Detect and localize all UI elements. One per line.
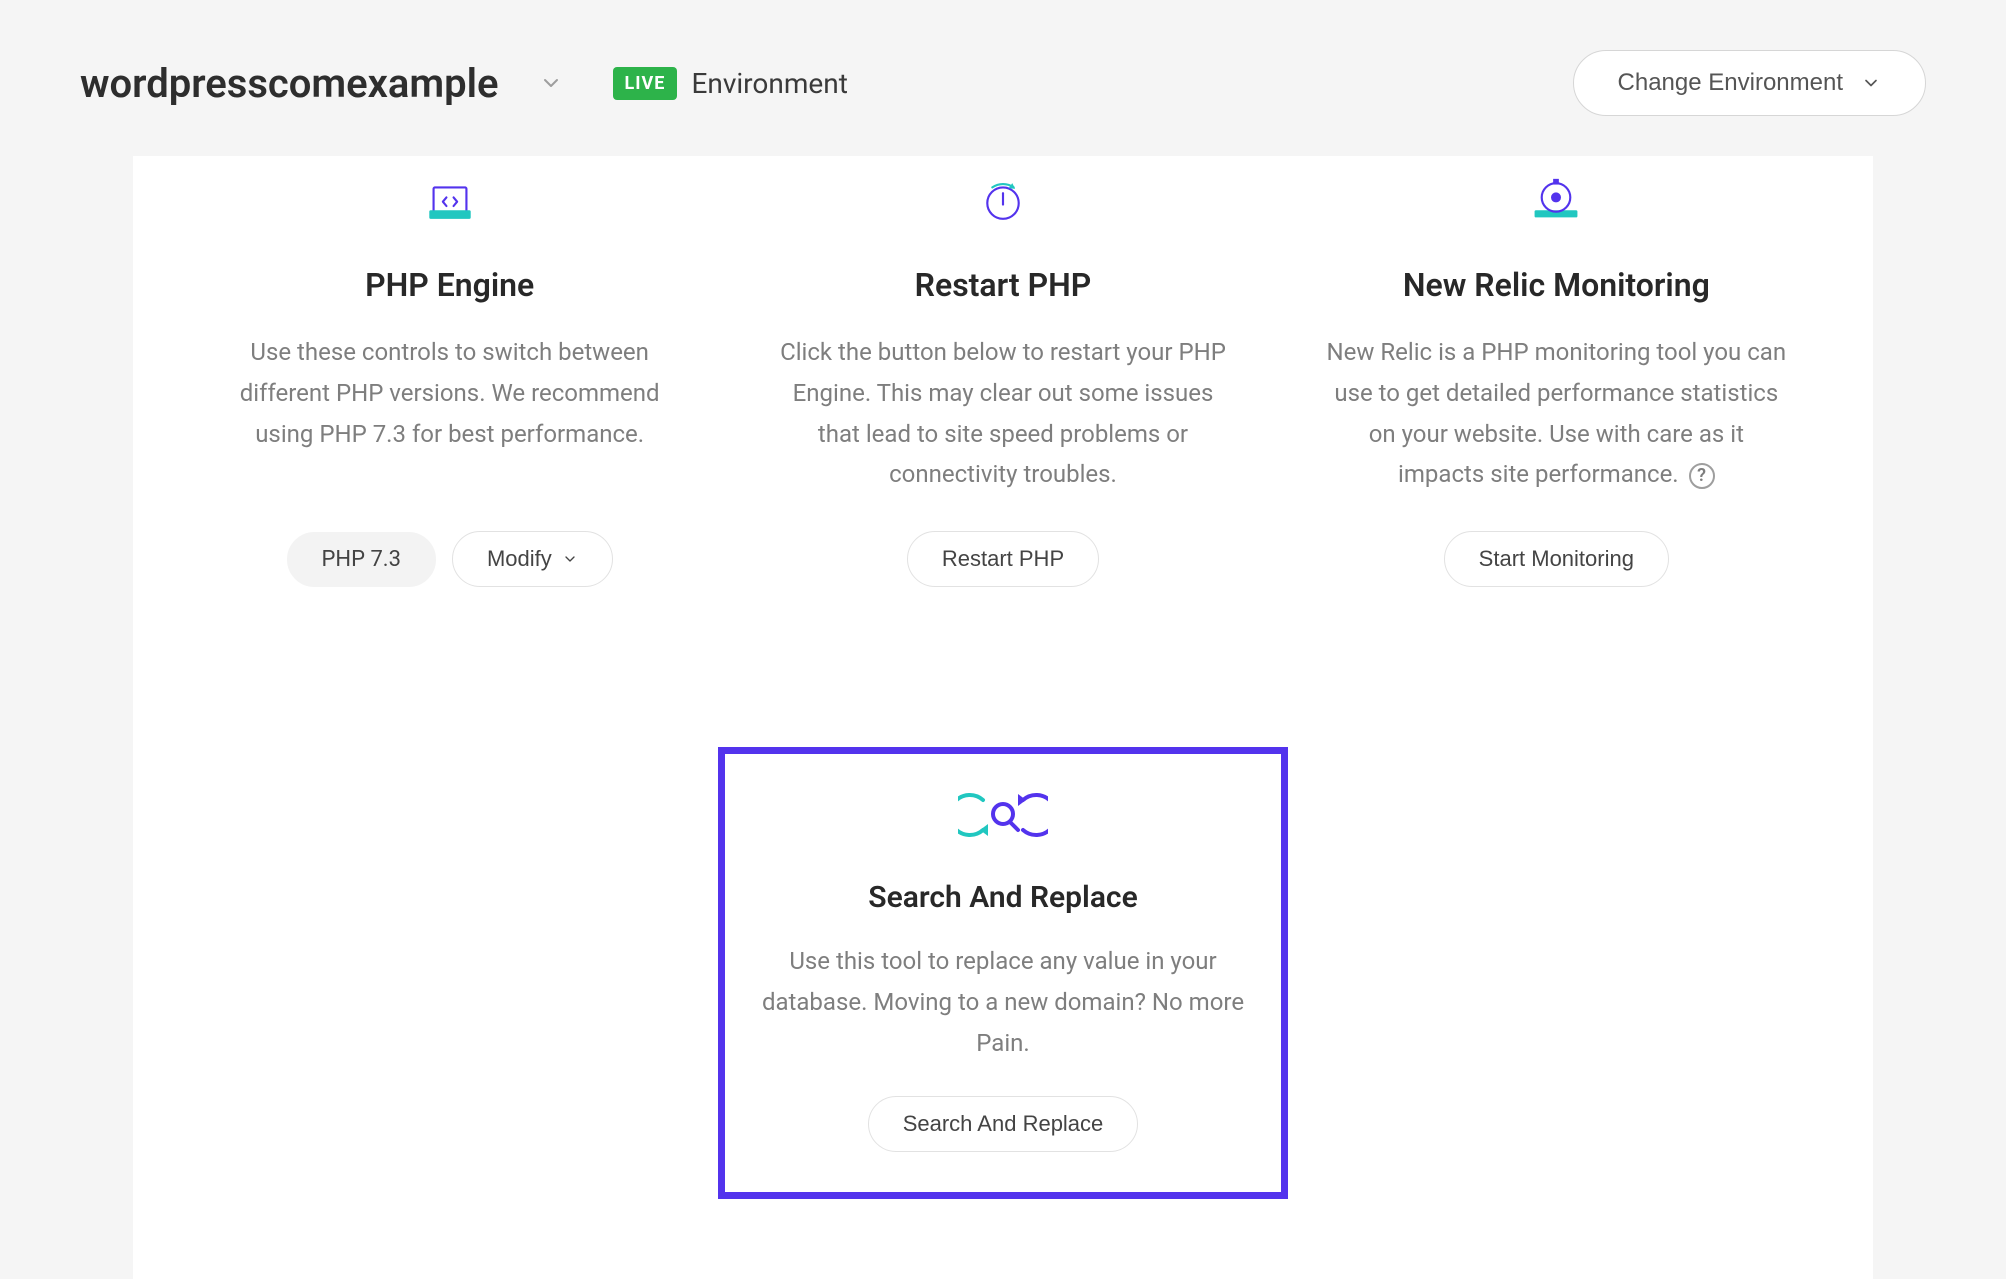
live-badge: LIVE (613, 67, 678, 100)
header-bar: wordpresscomexample LIVE Environment Cha… (0, 0, 2006, 156)
chevron-down-icon (562, 551, 578, 567)
new-relic-icon (1516, 166, 1596, 226)
restart-php-card: Restart PHP Click the button below to re… (746, 156, 1259, 617)
start-monitoring-button[interactable]: Start Monitoring (1444, 531, 1669, 587)
php-engine-title: PHP Engine (365, 266, 534, 304)
modify-php-button[interactable]: Modify (452, 531, 613, 587)
new-relic-actions: Start Monitoring (1444, 531, 1669, 587)
php-engine-actions: PHP 7.3 Modify (287, 531, 613, 587)
search-replace-title: Search And Replace (868, 880, 1137, 915)
search-replace-card: Search And Replace Use this tool to repl… (718, 747, 1288, 1198)
chevron-down-icon (1861, 73, 1881, 93)
new-relic-card: New Relic Monitoring New Relic is a PHP … (1300, 156, 1813, 617)
restart-php-button[interactable]: Restart PHP (907, 531, 1099, 587)
search-replace-description: Use this tool to replace any value in yo… (755, 941, 1251, 1063)
change-environment-label: Change Environment (1618, 69, 1843, 97)
php-engine-description: Use these controls to switch between dif… (217, 332, 682, 454)
tools-row: PHP Engine Use these controls to switch … (193, 156, 1813, 617)
environment-label: Environment (691, 67, 847, 100)
site-dropdown-chevron-icon[interactable] (539, 71, 563, 95)
tools-row-2: Search And Replace Use this tool to repl… (193, 747, 1813, 1198)
php-engine-icon (415, 166, 485, 226)
new-relic-description: New Relic is a PHP monitoring tool you c… (1324, 332, 1789, 495)
site-name: wordpresscomexample (80, 60, 499, 107)
new-relic-title: New Relic Monitoring (1403, 266, 1710, 304)
php-version-pill: PHP 7.3 (287, 532, 436, 587)
modify-label: Modify (487, 546, 552, 572)
help-icon[interactable]: ? (1689, 463, 1715, 489)
change-environment-button[interactable]: Change Environment (1573, 50, 1926, 116)
restart-php-actions: Restart PHP (907, 531, 1099, 587)
restart-php-description: Click the button below to restart your P… (770, 332, 1235, 495)
search-replace-button[interactable]: Search And Replace (868, 1096, 1139, 1152)
php-engine-card: PHP Engine Use these controls to switch … (193, 156, 706, 617)
restart-php-title: Restart PHP (915, 266, 1092, 304)
search-replace-icon (958, 780, 1048, 850)
content-panel: PHP Engine Use these controls to switch … (133, 156, 1873, 1279)
restart-php-icon (968, 166, 1038, 226)
